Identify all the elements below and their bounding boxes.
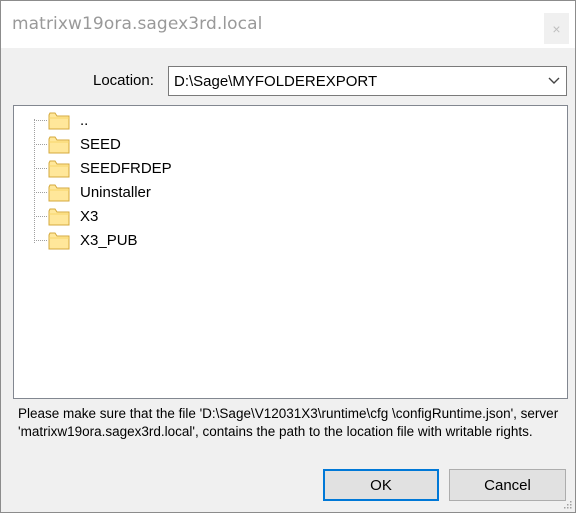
folder-icon xyxy=(48,232,70,250)
close-button[interactable]: × xyxy=(544,13,569,44)
chevron-down-icon[interactable] xyxy=(548,77,560,85)
tree-item-label: Uninstaller xyxy=(80,184,151,201)
tree-item-label: X3_PUB xyxy=(80,232,138,249)
tree-branch-line xyxy=(34,240,47,241)
tree-item-label: SEEDFRDEP xyxy=(80,160,172,177)
resize-grip-icon[interactable] xyxy=(562,499,572,509)
dialog-window: matrixw19ora.sagex3rd.local × Location: … xyxy=(0,0,576,513)
location-value: D:\Sage\MYFOLDEREXPORT xyxy=(174,73,378,90)
folder-icon xyxy=(48,136,70,154)
tree-item-label: X3 xyxy=(80,208,99,225)
location-label: Location: xyxy=(93,72,154,89)
folder-icon xyxy=(48,160,70,178)
tree-item-label: SEED xyxy=(80,136,121,153)
folder-icon xyxy=(48,112,70,130)
folder-icon xyxy=(48,208,70,226)
title-bar[interactable]: matrixw19ora.sagex3rd.local × xyxy=(1,1,575,48)
location-combobox[interactable]: D:\Sage\MYFOLDEREXPORT xyxy=(168,66,567,96)
info-message: Please make sure that the file 'D:\Sage\… xyxy=(18,406,559,439)
tree-branch-line xyxy=(34,216,47,217)
window-title: matrixw19ora.sagex3rd.local xyxy=(12,14,263,34)
cancel-button[interactable]: Cancel xyxy=(449,469,566,501)
ok-button[interactable]: OK xyxy=(323,469,439,501)
tree-branch-line xyxy=(34,144,47,145)
tree-branch-line xyxy=(34,192,47,193)
folder-tree[interactable]: .. SEED SEEDFRDEP Uninstaller X3 X3_PUB xyxy=(13,105,568,399)
tree-item-label: .. xyxy=(80,112,89,129)
tree-branch-line xyxy=(34,168,47,169)
folder-icon xyxy=(48,184,70,202)
tree-connector-line xyxy=(34,119,35,243)
close-icon: × xyxy=(552,20,561,37)
tree-branch-line xyxy=(34,120,47,121)
